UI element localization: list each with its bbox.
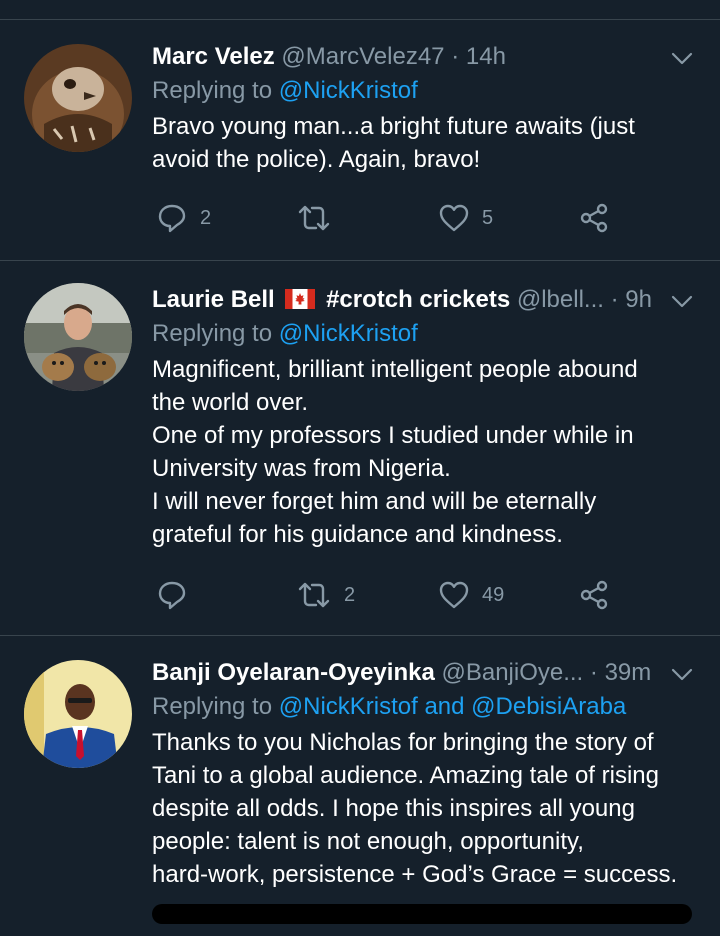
mention-link[interactable]: @NickKristof [279, 77, 418, 104]
tweet[interactable]: Banji Oyelaran-Oyeyinka @BanjiOye... · 3… [0, 636, 720, 936]
reply-button[interactable] [156, 575, 200, 615]
tweet-text: Bravo young man...a bright future awaits… [152, 110, 694, 176]
avatar[interactable] [24, 660, 132, 768]
retweet-icon [298, 205, 330, 231]
display-name-suffix: #crotch crickets [326, 286, 511, 313]
timestamp[interactable]: 39m [605, 659, 652, 686]
mention-link[interactable]: @NickKristof and @DebisiAraba [279, 693, 627, 720]
tweet-line: grateful for his guidance and kindness. [152, 521, 563, 548]
canada-flag-icon [285, 289, 316, 309]
chevron-down-icon[interactable] [670, 289, 694, 313]
reply-count: 2 [200, 206, 212, 229]
like-count: 49 [482, 583, 505, 606]
separator-dot: · [589, 659, 598, 686]
replying-prefix: Replying to [152, 693, 273, 720]
tweet-line: Magnificent, brilliant intelligent peopl… [152, 356, 638, 383]
like-count: 5 [482, 206, 494, 229]
tweet-actions: 2 49 [152, 575, 632, 615]
timestamp[interactable]: 14h [466, 43, 506, 70]
separator-dot: · [451, 43, 460, 70]
tweet[interactable]: Marc Velez @MarcVelez47 · 14h Replying t… [0, 20, 720, 261]
tweet-header: Banji Oyelaran-Oyeyinka @BanjiOye... · 3… [152, 656, 694, 690]
tweet-actions: 2 5 [152, 198, 632, 238]
user-handle[interactable]: @MarcVelez47 [281, 43, 444, 70]
retweet-button[interactable]: 2 [296, 575, 355, 615]
tweet-line: the world over. [152, 389, 309, 416]
tweet-line: Bravo young man...a bright future awaits… [152, 113, 635, 140]
reply-icon [158, 581, 186, 610]
user-handle[interactable]: @BanjiOye... [441, 659, 583, 686]
tweet-header: Laurie Bell #crotch crickets @lbell... ·… [152, 283, 694, 317]
share-button[interactable] [578, 198, 610, 238]
mention-link[interactable]: @NickKristof [279, 320, 418, 347]
embedded-card[interactable] [152, 904, 692, 924]
tweet-line: despite all odds. I hope this inspires a… [152, 795, 635, 822]
share-icon [580, 203, 608, 233]
replying-prefix: Replying to [152, 320, 273, 347]
replying-prefix: Replying to [152, 77, 273, 104]
display-name[interactable]: Marc Velez [152, 43, 275, 70]
display-name[interactable]: Laurie Bell [152, 286, 275, 313]
tweet-line: One of my professors I studied under whi… [152, 422, 634, 449]
tweet-text: Thanks to you Nicholas for bringing the … [152, 726, 694, 891]
tweet-line: Tani to a global audience. Amazing tale … [152, 762, 659, 789]
tweet-line: avoid the police). Again, bravo! [152, 146, 481, 173]
tweet-line: I will never forget him and will be eter… [152, 488, 597, 515]
replying-to: Replying to @NickKristof [152, 74, 694, 108]
tweet[interactable]: Laurie Bell #crotch crickets @lbell... ·… [0, 261, 720, 636]
like-button[interactable]: 49 [438, 575, 504, 615]
tweet-line: hard-work, persistence + God’s Grace = s… [152, 861, 678, 888]
chevron-down-icon[interactable] [670, 662, 694, 686]
retweet-count: 2 [344, 583, 356, 606]
tweet-text: Magnificent, brilliant intelligent peopl… [152, 353, 694, 551]
tweet-header: Marc Velez @MarcVelez47 · 14h [152, 40, 694, 74]
share-button[interactable] [578, 575, 610, 615]
retweet-button[interactable] [296, 198, 344, 238]
like-button[interactable]: 5 [438, 198, 493, 238]
tweet-line: University was from Nigeria. [152, 455, 451, 482]
timestamp[interactable]: 9h [625, 286, 652, 313]
avatar[interactable] [24, 283, 132, 391]
user-handle[interactable]: @lbell... [517, 286, 604, 313]
reply-button[interactable]: 2 [156, 198, 211, 238]
tweet-line: Thanks to you Nicholas for bringing the … [152, 729, 654, 756]
avatar[interactable] [24, 44, 132, 152]
heart-icon [439, 204, 469, 232]
display-name[interactable]: Banji Oyelaran-Oyeyinka [152, 659, 435, 686]
heart-icon [439, 581, 469, 609]
tweet-line: people: talent is not enough, opportunit… [152, 828, 584, 855]
replying-to: Replying to @NickKristof [152, 317, 694, 351]
replying-to: Replying to @NickKristof and @DebisiArab… [152, 690, 694, 724]
reply-icon [158, 204, 186, 233]
retweet-icon [298, 582, 330, 608]
share-icon [580, 580, 608, 610]
chevron-down-icon[interactable] [670, 46, 694, 70]
separator-dot: · [610, 286, 619, 313]
